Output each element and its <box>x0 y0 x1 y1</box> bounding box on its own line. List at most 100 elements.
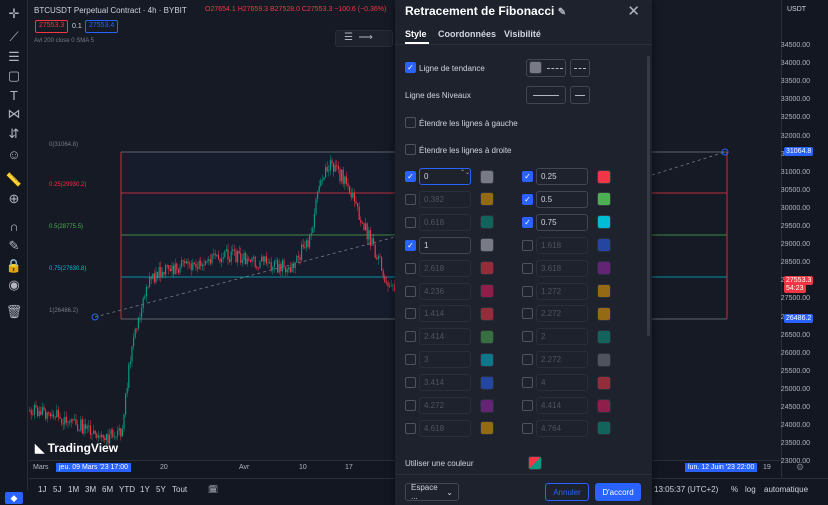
level-checkbox[interactable] <box>405 331 416 343</box>
level-value-input[interactable]: 4.764 <box>536 419 588 437</box>
extend-right-checkbox[interactable] <box>405 144 416 155</box>
level-color-swatch[interactable] <box>597 352 611 367</box>
eye-icon[interactable]: ◉ <box>6 277 22 293</box>
level-checkbox[interactable] <box>405 285 416 297</box>
level-color-swatch[interactable] <box>597 169 611 184</box>
level-checkbox[interactable] <box>522 354 533 366</box>
level-checkbox[interactable]: ✓ <box>522 193 533 205</box>
level-color-swatch[interactable] <box>480 284 494 298</box>
tv-logo-icon[interactable]: ◆ <box>5 492 23 504</box>
level-value-input[interactable]: 1.414 <box>419 305 471 323</box>
level-checkbox[interactable] <box>522 400 533 411</box>
level-checkbox[interactable] <box>522 308 533 320</box>
level-checkbox[interactable] <box>405 262 416 274</box>
level-checkbox[interactable] <box>522 262 533 274</box>
level-checkbox[interactable]: ✓ <box>405 171 416 182</box>
level-color-swatch[interactable] <box>480 306 494 321</box>
tab-visibility[interactable]: Visibilité <box>504 29 541 39</box>
calendar-icon[interactable]: 🗓 <box>208 485 218 494</box>
level-color-swatch[interactable] <box>480 215 494 230</box>
level-color-swatch[interactable] <box>597 238 611 253</box>
crosshair-icon[interactable]: ✛ <box>6 6 22 22</box>
level-color-swatch[interactable] <box>480 352 494 367</box>
level-value-input[interactable]: 2.618 <box>419 259 471 277</box>
level-value-input[interactable]: 2.272 <box>536 305 588 323</box>
level-color-swatch[interactable] <box>480 238 494 253</box>
range-button-1y[interactable]: 1Y <box>140 485 150 494</box>
level-checkbox[interactable]: ✓ <box>522 216 533 228</box>
template-dropdown[interactable]: Espace ... ⌄ <box>405 483 459 501</box>
level-color-swatch[interactable] <box>480 261 494 276</box>
ok-button[interactable]: D'accord <box>595 483 641 501</box>
level-value-input[interactable]: 3.414 <box>419 374 471 392</box>
level-checkbox[interactable] <box>405 377 416 389</box>
level-color-swatch[interactable] <box>480 169 494 184</box>
settings-icon[interactable]: ⚙ <box>796 462 804 473</box>
level-value-input[interactable]: 3.618 <box>536 259 588 277</box>
level-checkbox[interactable] <box>405 216 416 228</box>
sell-button[interactable]: 27553.3 <box>35 20 69 33</box>
level-value-input[interactable]: 0.75 <box>536 213 588 231</box>
trend-line-checkbox[interactable]: ✓ <box>405 62 416 73</box>
text-icon[interactable]: T <box>6 87 22 103</box>
tab-style[interactable]: Style <box>405 29 427 39</box>
range-button-5j[interactable]: 5J <box>53 485 61 494</box>
lock-icon[interactable]: 🔒 <box>6 258 22 274</box>
range-button-tout[interactable]: Tout <box>172 485 187 494</box>
level-checkbox[interactable] <box>522 331 533 343</box>
trash-icon[interactable]: 🗑 <box>6 304 23 320</box>
level-checkbox[interactable] <box>522 239 533 251</box>
level-checkbox[interactable] <box>405 308 416 320</box>
level-color-swatch[interactable] <box>597 192 611 207</box>
magnet-icon[interactable]: ∩ <box>6 218 22 234</box>
level-value-input[interactable]: 2.414 <box>419 328 471 346</box>
range-button-6m[interactable]: 6M <box>102 485 113 494</box>
floating-drawing-toolbar[interactable]: ☰ ⟶ <box>335 30 393 47</box>
close-icon[interactable]: ✕ <box>627 2 640 20</box>
level-checkbox[interactable] <box>522 285 533 297</box>
level-color-swatch[interactable] <box>597 375 611 390</box>
range-button-ytd[interactable]: YTD <box>119 485 135 494</box>
percent-toggle[interactable]: % <box>731 485 738 494</box>
pattern-icon[interactable]: ⋈ <box>6 106 22 122</box>
levels-line-style[interactable] <box>526 86 566 104</box>
buy-button[interactable]: 27553.4 <box>85 20 119 33</box>
level-color-swatch[interactable] <box>480 329 494 344</box>
log-toggle[interactable]: log <box>745 485 756 494</box>
level-color-swatch[interactable] <box>597 421 611 436</box>
level-value-input[interactable]: 1.272 <box>536 282 588 300</box>
level-value-input[interactable]: 0.382 <box>419 190 471 208</box>
one-color-swatch[interactable] <box>528 456 542 470</box>
level-color-swatch[interactable] <box>480 421 494 436</box>
range-button-3m[interactable]: 3M <box>85 485 96 494</box>
level-value-input[interactable]: 0.25 <box>536 168 588 185</box>
level-checkbox[interactable]: ✓ <box>522 171 533 182</box>
level-color-swatch[interactable] <box>480 192 494 207</box>
level-value-input[interactable]: 3 <box>419 351 471 369</box>
level-color-swatch[interactable] <box>597 306 611 321</box>
level-checkbox[interactable] <box>522 422 533 434</box>
level-checkbox[interactable] <box>522 377 533 389</box>
level-value-input[interactable]: 4.618 <box>419 419 471 437</box>
trend-line-icon[interactable]: ⟋ <box>6 29 22 45</box>
level-color-swatch[interactable] <box>480 398 494 413</box>
extend-left-checkbox[interactable] <box>405 117 416 128</box>
clock[interactable]: 13:05:37 (UTC+2) <box>654 485 718 494</box>
level-color-swatch[interactable] <box>597 329 611 344</box>
prediction-icon[interactable]: ⇵ <box>6 126 22 142</box>
level-value-input[interactable]: 2 <box>536 328 588 346</box>
level-color-swatch[interactable] <box>597 215 611 230</box>
price-axis[interactable]: USDT 34500.00 34000.00 33500.00 33000.00 325… <box>781 0 828 478</box>
range-button-5y[interactable]: 5Y <box>156 485 166 494</box>
level-checkbox[interactable] <box>405 193 416 205</box>
level-checkbox[interactable]: ✓ <box>405 239 416 251</box>
stepper-icon[interactable]: ⌃⌄ <box>460 170 470 176</box>
level-checkbox[interactable] <box>405 422 416 434</box>
range-button-1m[interactable]: 1M <box>68 485 79 494</box>
trend-line-color[interactable] <box>529 61 542 74</box>
level-value-input[interactable]: 4.272 <box>419 397 471 414</box>
level-value-input[interactable]: 4 <box>536 374 588 392</box>
ruler-icon[interactable]: 📏 <box>6 172 22 188</box>
level-color-swatch[interactable] <box>597 398 611 413</box>
rectangle-icon[interactable]: ▢ <box>6 68 22 84</box>
